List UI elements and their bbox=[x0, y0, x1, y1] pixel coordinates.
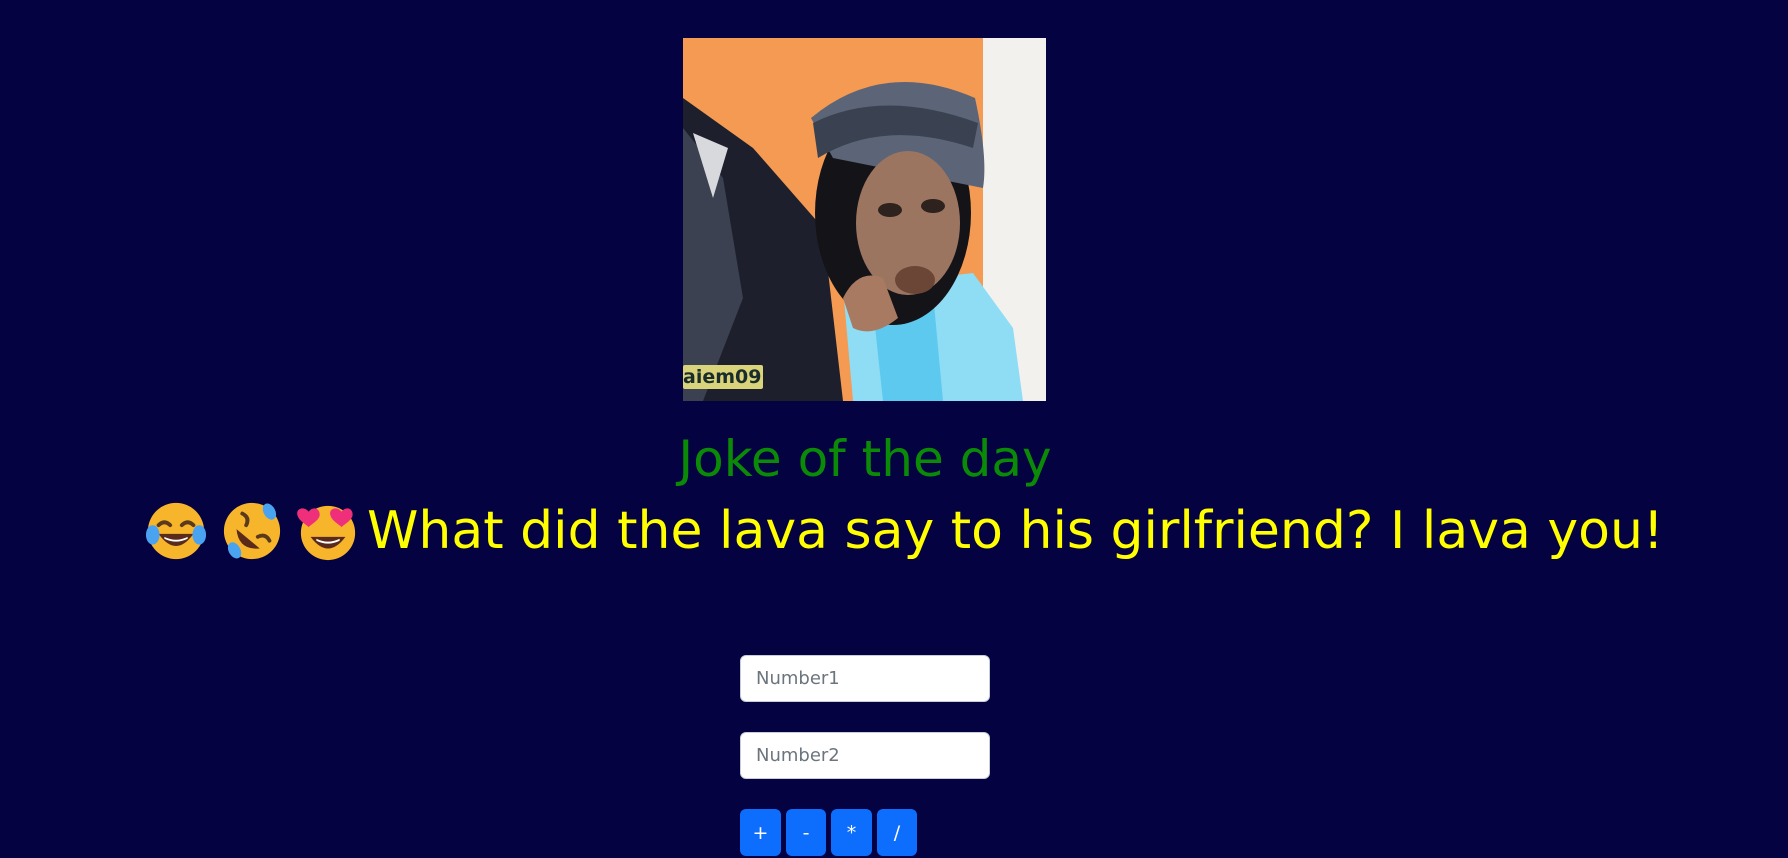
divide-button[interactable]: / bbox=[877, 809, 917, 856]
meme-watermark: aiem09 bbox=[683, 365, 764, 389]
page-title: Joke of the day bbox=[678, 430, 1052, 488]
meme-image: aiem09 bbox=[683, 38, 1046, 401]
page: aiem09 Joke of the day What did the lava… bbox=[0, 0, 1788, 858]
rolling-on-the-floor-laughing-icon bbox=[223, 502, 281, 560]
number2-input[interactable] bbox=[740, 732, 990, 779]
joke-line: What did the lava say to his girlfriend?… bbox=[145, 496, 1664, 566]
number1-input[interactable] bbox=[740, 655, 990, 702]
face-with-tears-of-joy-icon bbox=[145, 502, 207, 560]
operator-buttons: + - * / bbox=[740, 809, 917, 856]
add-button[interactable]: + bbox=[740, 809, 781, 856]
meme-picture bbox=[683, 38, 1046, 401]
joke-text: What did the lava say to his girlfriend?… bbox=[367, 501, 1664, 561]
smiling-face-with-heart-eyes-icon bbox=[297, 505, 356, 561]
multiply-button[interactable]: * bbox=[831, 809, 872, 856]
subtract-button[interactable]: - bbox=[786, 809, 826, 856]
